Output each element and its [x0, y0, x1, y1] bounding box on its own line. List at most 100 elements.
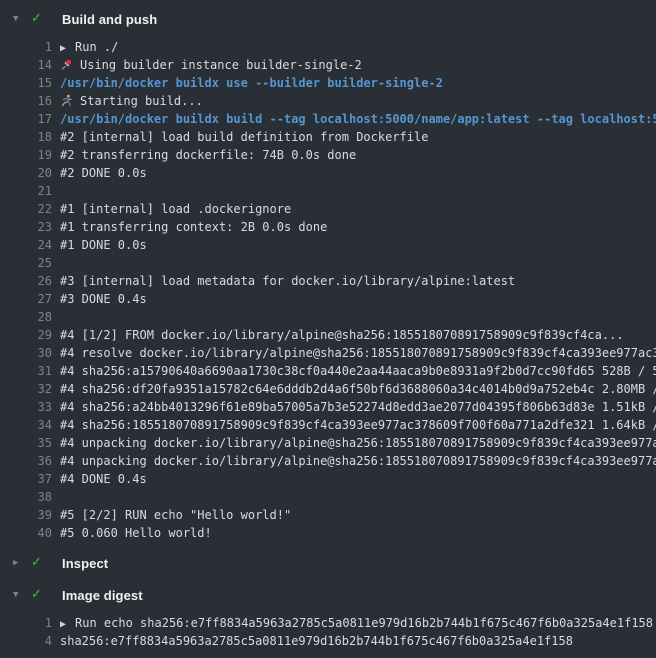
step-image-digest: ▼ ✓ Image digest 1▶Run echo sha256:e7ff8… [0, 584, 656, 650]
log-line: 1▶Run ./ [0, 38, 656, 56]
chevron-down-icon[interactable]: ▼ [13, 8, 31, 30]
chevron-down-icon[interactable]: ▼ [13, 584, 31, 606]
log-text: #4 sha256:a24bb4013296f61e89ba57005a7b3e… [52, 398, 656, 416]
log-text: ▶Run ./ [52, 38, 656, 56]
play-icon[interactable]: ▶ [60, 616, 66, 632]
line-number[interactable]: 18 [0, 128, 52, 146]
log-text: #4 sha256:a15790640a6690aa1730c38cf0a440… [52, 362, 656, 380]
line-number[interactable]: 21 [0, 182, 52, 200]
log-line: 30#4 resolve docker.io/library/alpine@sh… [0, 344, 656, 362]
line-number[interactable]: 1 [0, 38, 52, 56]
line-number[interactable]: 26 [0, 272, 52, 290]
step-header-build-and-push[interactable]: ▼ ✓ Build and push [0, 8, 656, 30]
log-line: 34#4 sha256:185518070891758909c9f839cf4c… [0, 416, 656, 434]
line-number[interactable]: 16 [0, 92, 52, 110]
log-line: 32#4 sha256:df20fa9351a15782c64e6dddb2d4… [0, 380, 656, 398]
line-number[interactable]: 36 [0, 452, 52, 470]
line-number[interactable]: 27 [0, 290, 52, 308]
log-text: #2 DONE 0.0s [52, 164, 656, 182]
line-number[interactable]: 25 [0, 254, 52, 272]
log-line: 1▶Run echo sha256:e7ff8834a5963a2785c5a0… [0, 614, 656, 632]
log-line: 22#1 [internal] load .dockerignore [0, 200, 656, 218]
step-inspect: ▶ ✓ Inspect [0, 552, 656, 574]
line-number[interactable]: 22 [0, 200, 52, 218]
line-number[interactable]: 38 [0, 488, 52, 506]
log-line: 38 [0, 488, 656, 506]
log-text [52, 488, 656, 506]
log-text: #3 DONE 0.4s [52, 290, 656, 308]
line-number[interactable]: 4 [0, 632, 52, 650]
line-number[interactable]: 23 [0, 218, 52, 236]
log-lines: 1▶Run ./14Using builder instance builder… [0, 38, 656, 542]
line-number[interactable]: 19 [0, 146, 52, 164]
line-number[interactable]: 34 [0, 416, 52, 434]
line-number[interactable]: 31 [0, 362, 52, 380]
log-line: 39#5 [2/2] RUN echo "Hello world!" [0, 506, 656, 524]
log-text: #1 DONE 0.0s [52, 236, 656, 254]
play-icon[interactable]: ▶ [60, 40, 66, 56]
line-number[interactable]: 33 [0, 398, 52, 416]
log-text [52, 254, 656, 272]
log-line: 18#2 [internal] load build definition fr… [0, 128, 656, 146]
log-text: #1 transferring context: 2B 0.0s done [52, 218, 656, 236]
log-line: 23#1 transferring context: 2B 0.0s done [0, 218, 656, 236]
log-text: #4 resolve docker.io/library/alpine@sha2… [52, 344, 656, 362]
line-number[interactable]: 28 [0, 308, 52, 326]
step-build-and-push: ▼ ✓ Build and push 1▶Run ./14Using build… [0, 8, 656, 542]
log-line: 29#4 [1/2] FROM docker.io/library/alpine… [0, 326, 656, 344]
line-number[interactable]: 40 [0, 524, 52, 542]
step-header-inspect[interactable]: ▶ ✓ Inspect [0, 552, 656, 574]
check-icon: ✓ [31, 8, 45, 30]
log-line: 40#5 0.060 Hello world! [0, 524, 656, 542]
log-text: #4 unpacking docker.io/library/alpine@sh… [52, 452, 656, 470]
log-text: #4 [1/2] FROM docker.io/library/alpine@s… [52, 326, 656, 344]
log-line: 26#3 [internal] load metadata for docker… [0, 272, 656, 290]
line-number[interactable]: 37 [0, 470, 52, 488]
log-text: #4 unpacking docker.io/library/alpine@sh… [52, 434, 656, 452]
pushpin-emoji-icon [60, 58, 73, 71]
line-number[interactable]: 32 [0, 380, 52, 398]
log-text: #5 [2/2] RUN echo "Hello world!" [52, 506, 656, 524]
log-text: #2 [internal] load build definition from… [52, 128, 656, 146]
line-number[interactable]: 29 [0, 326, 52, 344]
log-command-text: /usr/bin/docker buildx build --tag local… [52, 110, 656, 128]
log-text: #2 transferring dockerfile: 74B 0.0s don… [52, 146, 656, 164]
step-title: Image digest [62, 588, 143, 603]
log-line: 14Using builder instance builder-single-… [0, 56, 656, 74]
line-number[interactable]: 30 [0, 344, 52, 362]
log-line: 36#4 unpacking docker.io/library/alpine@… [0, 452, 656, 470]
line-number[interactable]: 17 [0, 110, 52, 128]
log-line: 17/usr/bin/docker buildx build --tag loc… [0, 110, 656, 128]
log-text: sha256:e7ff8834a5963a2785c5a0811e979d16b… [52, 632, 656, 650]
check-icon: ✓ [31, 584, 45, 606]
log-line: 19#2 transferring dockerfile: 74B 0.0s d… [0, 146, 656, 164]
log-line: 20#2 DONE 0.0s [0, 164, 656, 182]
log-line: 4sha256:e7ff8834a5963a2785c5a0811e979d16… [0, 632, 656, 650]
line-number[interactable]: 14 [0, 56, 52, 74]
log-text [52, 308, 656, 326]
log-text: #4 sha256:df20fa9351a15782c64e6dddb2d4a6… [52, 380, 656, 398]
line-number[interactable]: 35 [0, 434, 52, 452]
line-number[interactable]: 24 [0, 236, 52, 254]
log-text: #5 0.060 Hello world! [52, 524, 656, 542]
line-number[interactable]: 15 [0, 74, 52, 92]
log-text: ▶Run echo sha256:e7ff8834a5963a2785c5a08… [52, 614, 656, 632]
log-line: 15/usr/bin/docker buildx use --builder b… [0, 74, 656, 92]
log-command-text: /usr/bin/docker buildx use --builder bui… [52, 74, 656, 92]
log-text [52, 182, 656, 200]
log-lines: 1▶Run echo sha256:e7ff8834a5963a2785c5a0… [0, 614, 656, 650]
line-number[interactable]: 20 [0, 164, 52, 182]
step-header-image-digest[interactable]: ▼ ✓ Image digest [0, 584, 656, 606]
check-icon: ✓ [31, 552, 45, 574]
log-line: 31#4 sha256:a15790640a6690aa1730c38cf0a4… [0, 362, 656, 380]
log-line: 24#1 DONE 0.0s [0, 236, 656, 254]
actions-log-viewer: ▼ ✓ Build and push 1▶Run ./14Using build… [0, 0, 656, 650]
log-line: 37#4 DONE 0.4s [0, 470, 656, 488]
log-text: #4 DONE 0.4s [52, 470, 656, 488]
line-number[interactable]: 39 [0, 506, 52, 524]
log-text: #1 [internal] load .dockerignore [52, 200, 656, 218]
chevron-right-icon[interactable]: ▶ [13, 552, 31, 574]
line-number[interactable]: 1 [0, 614, 52, 632]
log-line: 16Starting build... [0, 92, 656, 110]
log-line: 25 [0, 254, 656, 272]
